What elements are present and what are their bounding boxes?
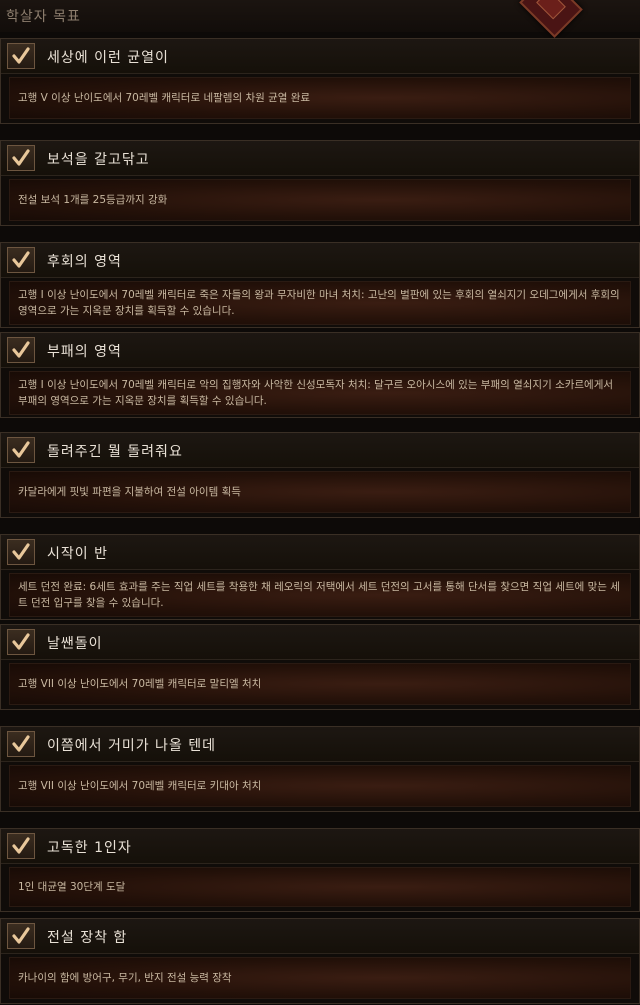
- achievement-description: 고행 I 이상 난이도에서 70레벨 캐릭터로 죽은 자들의 왕과 무자비한 마…: [18, 289, 620, 317]
- achievement-description: 전설 보석 1개를 25등급까지 강화: [18, 194, 168, 206]
- achievement-description-box: 카달라에게 핏빛 파편을 지불하여 전설 아이템 획득: [9, 471, 631, 513]
- achievement-description: 고행 I 이상 난이도에서 70레벨 캐릭터로 악의 집행자와 사악한 신성모독…: [18, 379, 614, 407]
- achievement-description-box: 세트 던전 완료: 6세트 효과를 주는 직업 세트를 착용한 채 레오릭의 저…: [9, 573, 631, 617]
- checkmark-icon: [7, 437, 35, 463]
- achievement-description-box: 고행 I 이상 난이도에서 70레벨 캐릭터로 악의 집행자와 사악한 신성모독…: [9, 371, 631, 415]
- achievement-title-bar: 시작이 반: [1, 535, 639, 570]
- achievement-title-bar: 후회의 영역: [1, 243, 639, 278]
- checkmark-icon: [7, 629, 35, 655]
- achievement-card: 보석을 갈고닦고 전설 보석 1개를 25등급까지 강화: [0, 140, 640, 226]
- achievement-description-box: 1인 대균열 30단계 도달: [9, 867, 631, 907]
- achievement-name: 전설 장착 함: [47, 930, 128, 946]
- achievement-card: 시작이 반 세트 던전 완료: 6세트 효과를 주는 직업 세트를 착용한 채 …: [0, 534, 640, 620]
- checkmark-icon: [7, 43, 35, 69]
- achievement-name: 보석을 갈고닦고: [47, 152, 150, 168]
- achievement-description: 카달라에게 핏빛 파편을 지불하여 전설 아이템 획득: [18, 486, 241, 498]
- achievement-card: 이쯤에서 거미가 나올 텐데 고행 VII 이상 난이도에서 70레벨 캐릭터로…: [0, 726, 640, 812]
- checkmark-icon: [7, 247, 35, 273]
- achievement-description: 1인 대균열 30단계 도달: [18, 881, 126, 893]
- achievement-description-box: 고행 VII 이상 난이도에서 70레벨 캐릭터로 말티엘 처치: [9, 663, 631, 705]
- achievement-description-box: 전설 보석 1개를 25등급까지 강화: [9, 179, 631, 221]
- checkmark-icon: [7, 539, 35, 565]
- achievement-card: 전설 장착 함 카나이의 함에 방어구, 무기, 반지 전설 능력 장착: [0, 918, 640, 1004]
- achievement-name: 시작이 반: [47, 546, 108, 562]
- checkmark-icon: [7, 145, 35, 171]
- achievement-title-bar: 세상에 이런 균열이: [1, 39, 639, 74]
- page-header: 학살자 목표: [0, 0, 640, 38]
- achievement-name: 부패의 영역: [47, 344, 122, 360]
- achievement-description: 고행 VII 이상 난이도에서 70레벨 캐릭터로 말티엘 처치: [18, 678, 262, 690]
- achievement-name: 세상에 이런 균열이: [47, 50, 169, 66]
- achievement-description-box: 고행 V 이상 난이도에서 70레벨 캐릭터로 네팔렘의 차원 균열 완료: [9, 77, 631, 119]
- achievement-card: 고독한 1인자 1인 대균열 30단계 도달: [0, 828, 640, 912]
- achievement-name: 고독한 1인자: [47, 840, 132, 856]
- achievement-title-bar: 이쯤에서 거미가 나올 텐데: [1, 727, 639, 762]
- achievement-card: 부패의 영역 고행 I 이상 난이도에서 70레벨 캐릭터로 악의 집행자와 사…: [0, 332, 640, 418]
- achievement-description-box: 고행 I 이상 난이도에서 70레벨 캐릭터로 죽은 자들의 왕과 무자비한 마…: [9, 281, 631, 325]
- achievement-description: 고행 V 이상 난이도에서 70레벨 캐릭터로 네팔렘의 차원 균열 완료: [18, 92, 311, 104]
- crest-emblem-icon: [519, 0, 583, 38]
- achievement-description-box: 고행 VII 이상 난이도에서 70레벨 캐릭터로 키대아 처치: [9, 765, 631, 807]
- achievement-card: 세상에 이런 균열이 고행 V 이상 난이도에서 70레벨 캐릭터로 네팔렘의 …: [0, 38, 640, 124]
- achievement-description: 카나이의 함에 방어구, 무기, 반지 전설 능력 장착: [18, 972, 232, 984]
- achievement-title-bar: 보석을 갈고닦고: [1, 141, 639, 176]
- achievement-title-bar: 돌려주긴 뭘 돌려줘요: [1, 433, 639, 468]
- checkmark-icon: [7, 923, 35, 949]
- achievement-title-bar: 날쌘돌이: [1, 625, 639, 660]
- achievement-name: 날쌘돌이: [47, 636, 103, 652]
- achievement-name: 이쯤에서 거미가 나올 텐데: [47, 738, 217, 754]
- achievement-description-box: 카나이의 함에 방어구, 무기, 반지 전설 능력 장착: [9, 957, 631, 999]
- achievement-description: 고행 VII 이상 난이도에서 70레벨 캐릭터로 키대아 처치: [18, 780, 262, 792]
- checkmark-icon: [7, 337, 35, 363]
- page-title: 학살자 목표: [6, 9, 81, 25]
- achievement-card: 날쌘돌이 고행 VII 이상 난이도에서 70레벨 캐릭터로 말티엘 처치: [0, 624, 640, 710]
- checkmark-icon: [7, 731, 35, 757]
- achievement-name: 후회의 영역: [47, 254, 122, 270]
- achievement-title-bar: 전설 장착 함: [1, 919, 639, 954]
- achievement-title-bar: 부패의 영역: [1, 333, 639, 368]
- achievement-name: 돌려주긴 뭘 돌려줘요: [47, 444, 183, 460]
- checkmark-icon: [7, 833, 35, 859]
- achievement-card: 돌려주긴 뭘 돌려줘요 카달라에게 핏빛 파편을 지불하여 전설 아이템 획득: [0, 432, 640, 518]
- achievement-title-bar: 고독한 1인자: [1, 829, 639, 864]
- achievement-description: 세트 던전 완료: 6세트 효과를 주는 직업 세트를 착용한 채 레오릭의 저…: [18, 581, 620, 609]
- achievement-card: 후회의 영역 고행 I 이상 난이도에서 70레벨 캐릭터로 죽은 자들의 왕과…: [0, 242, 640, 328]
